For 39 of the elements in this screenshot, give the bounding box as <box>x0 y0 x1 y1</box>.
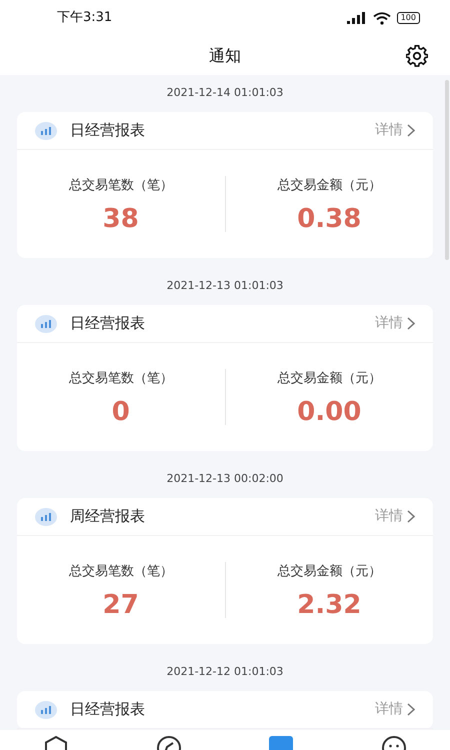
chart-icon <box>35 314 57 332</box>
battery-indicator: 100 <box>396 12 420 24</box>
chart-icon <box>35 122 57 140</box>
report-date: 2021-12-12 01:01:03 <box>166 664 284 680</box>
chart-icon <box>35 508 57 526</box>
status-time: 下午3:31 <box>57 9 112 28</box>
chevron-right-icon <box>407 510 415 523</box>
wifi-icon <box>372 12 391 24</box>
details-link[interactable]: 详情 <box>375 120 415 141</box>
report-title: 日经营报表 <box>70 120 145 142</box>
details-link[interactable]: 详情 <box>375 699 415 720</box>
report-date: 2021-12-14 01:01:03 <box>166 85 284 102</box>
settings-icon[interactable] <box>406 45 428 67</box>
details-link[interactable]: 详情 <box>375 506 415 527</box>
chevron-right-icon <box>407 317 415 330</box>
report-date: 2021-12-13 01:01:03 <box>166 278 284 294</box>
stat-label: 总交易笔数（笔） <box>68 563 173 582</box>
details-link[interactable]: 详情 <box>375 313 415 334</box>
report-title: 日经营报表 <box>70 313 145 334</box>
page-title: 通知 <box>209 44 241 66</box>
scrollbar-icon <box>445 80 449 260</box>
stat-value: 27 <box>102 592 139 618</box>
chevron-right-icon <box>407 703 415 716</box>
stat-label: 总交易笔数（笔） <box>68 370 173 388</box>
report-title: 日经营报表 <box>70 699 145 720</box>
signal-icon <box>346 12 367 24</box>
stat-label: 总交易金额（元） <box>277 177 382 196</box>
stat-value: 0 <box>112 398 130 425</box>
stat-value: 38 <box>102 206 139 232</box>
stat-value: 0.38 <box>297 206 362 232</box>
stat-label: 总交易笔数（笔） <box>68 177 173 196</box>
report-date: 2021-12-13 00:02:00 <box>166 471 284 488</box>
stat-label: 总交易金额（元） <box>277 563 382 582</box>
stat-value: 0.00 <box>297 398 362 425</box>
chart-icon <box>35 700 57 718</box>
stat-label: 总交易金额（元） <box>277 370 382 388</box>
stat-value: 2.32 <box>297 592 362 618</box>
report-title: 周经营报表 <box>70 506 145 528</box>
chevron-right-icon <box>407 124 415 137</box>
